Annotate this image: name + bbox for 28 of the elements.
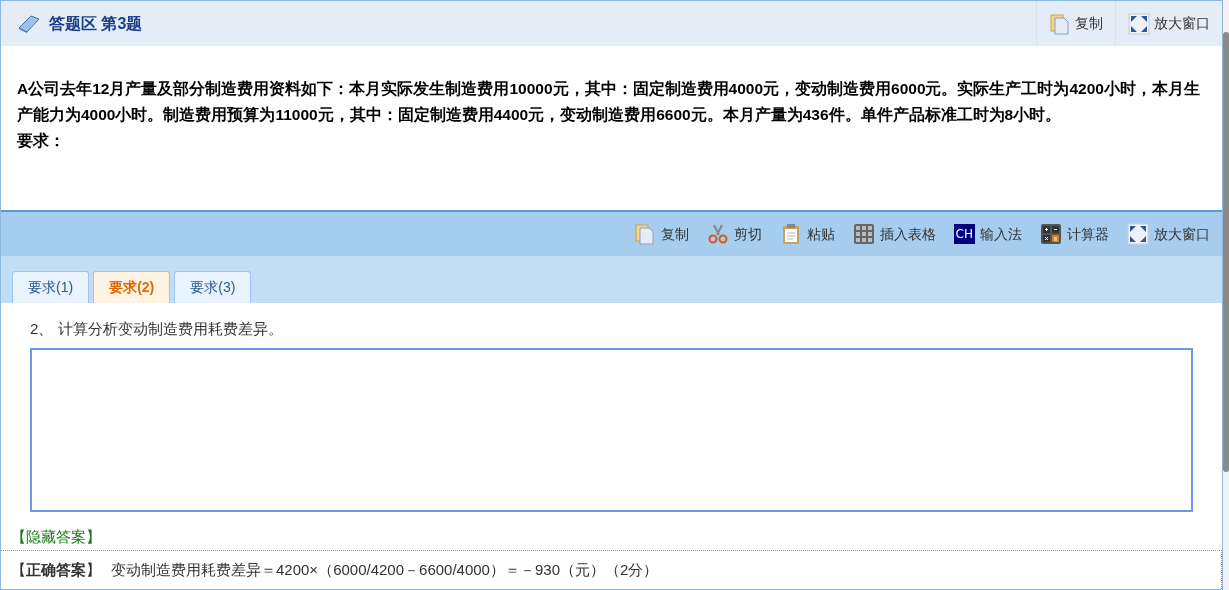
ime-button[interactable]: CH 输入法 <box>953 223 1022 245</box>
maximize-button[interactable]: 放大窗口 <box>1115 1 1222 46</box>
sub-question: 2、 计算分析变动制造费用耗费差异。 <box>29 319 284 339</box>
cut-button[interactable]: 剪切 <box>706 223 762 245</box>
scissors-icon <box>706 223 729 245</box>
ime-icon: CH <box>953 224 975 244</box>
requirement-label: 要求： <box>17 131 66 151</box>
maximize-button[interactable]: 放大窗口 <box>1127 223 1210 245</box>
hide-answer-link[interactable]: 【隐藏答案】 <box>11 528 101 545</box>
documents-icon <box>1049 12 1071 35</box>
book-icon <box>17 13 41 34</box>
requirement-tab[interactable]: 要求(1) <box>12 271 90 303</box>
calculator-button[interactable]: 计算器 <box>1040 223 1109 245</box>
calculator-icon <box>1040 223 1062 245</box>
answer-label: 【正确答案】 <box>11 559 101 580</box>
panel-title: 答题区 第3题 <box>49 13 143 34</box>
copy-button[interactable]: 复制 <box>633 223 689 245</box>
grid-icon <box>852 223 875 245</box>
answer-text: 变动制造费用耗费差异＝4200×（6000/4200－6600/4000）＝－930（元）（2分） <box>111 559 659 580</box>
paste-button[interactable]: 粘贴 <box>779 223 835 245</box>
copy-button[interactable]: 复制 <box>1036 1 1115 46</box>
requirement-tab[interactable]: 要求(3) <box>174 271 252 303</box>
answer-box[interactable] <box>30 348 1193 512</box>
expand-icon <box>1127 223 1149 245</box>
table-button[interactable]: 插入表格 <box>852 223 936 245</box>
expand-icon <box>1128 12 1150 35</box>
question-text: A公司去年12月产量及部分制造费用资料如下：本月实际发生制造费用10000元，其中：固定制造费用4000元，变动制造费用6000元。实际生产工时为4200小时，本月生产能力为4000小时。制造费用预算为11000元，其中：固定制造费用4400元，变动制造费用6600元。本月产量为436件。单件产品标准工时为8小时。 <box>17 79 1201 125</box>
documents-icon <box>633 223 656 245</box>
